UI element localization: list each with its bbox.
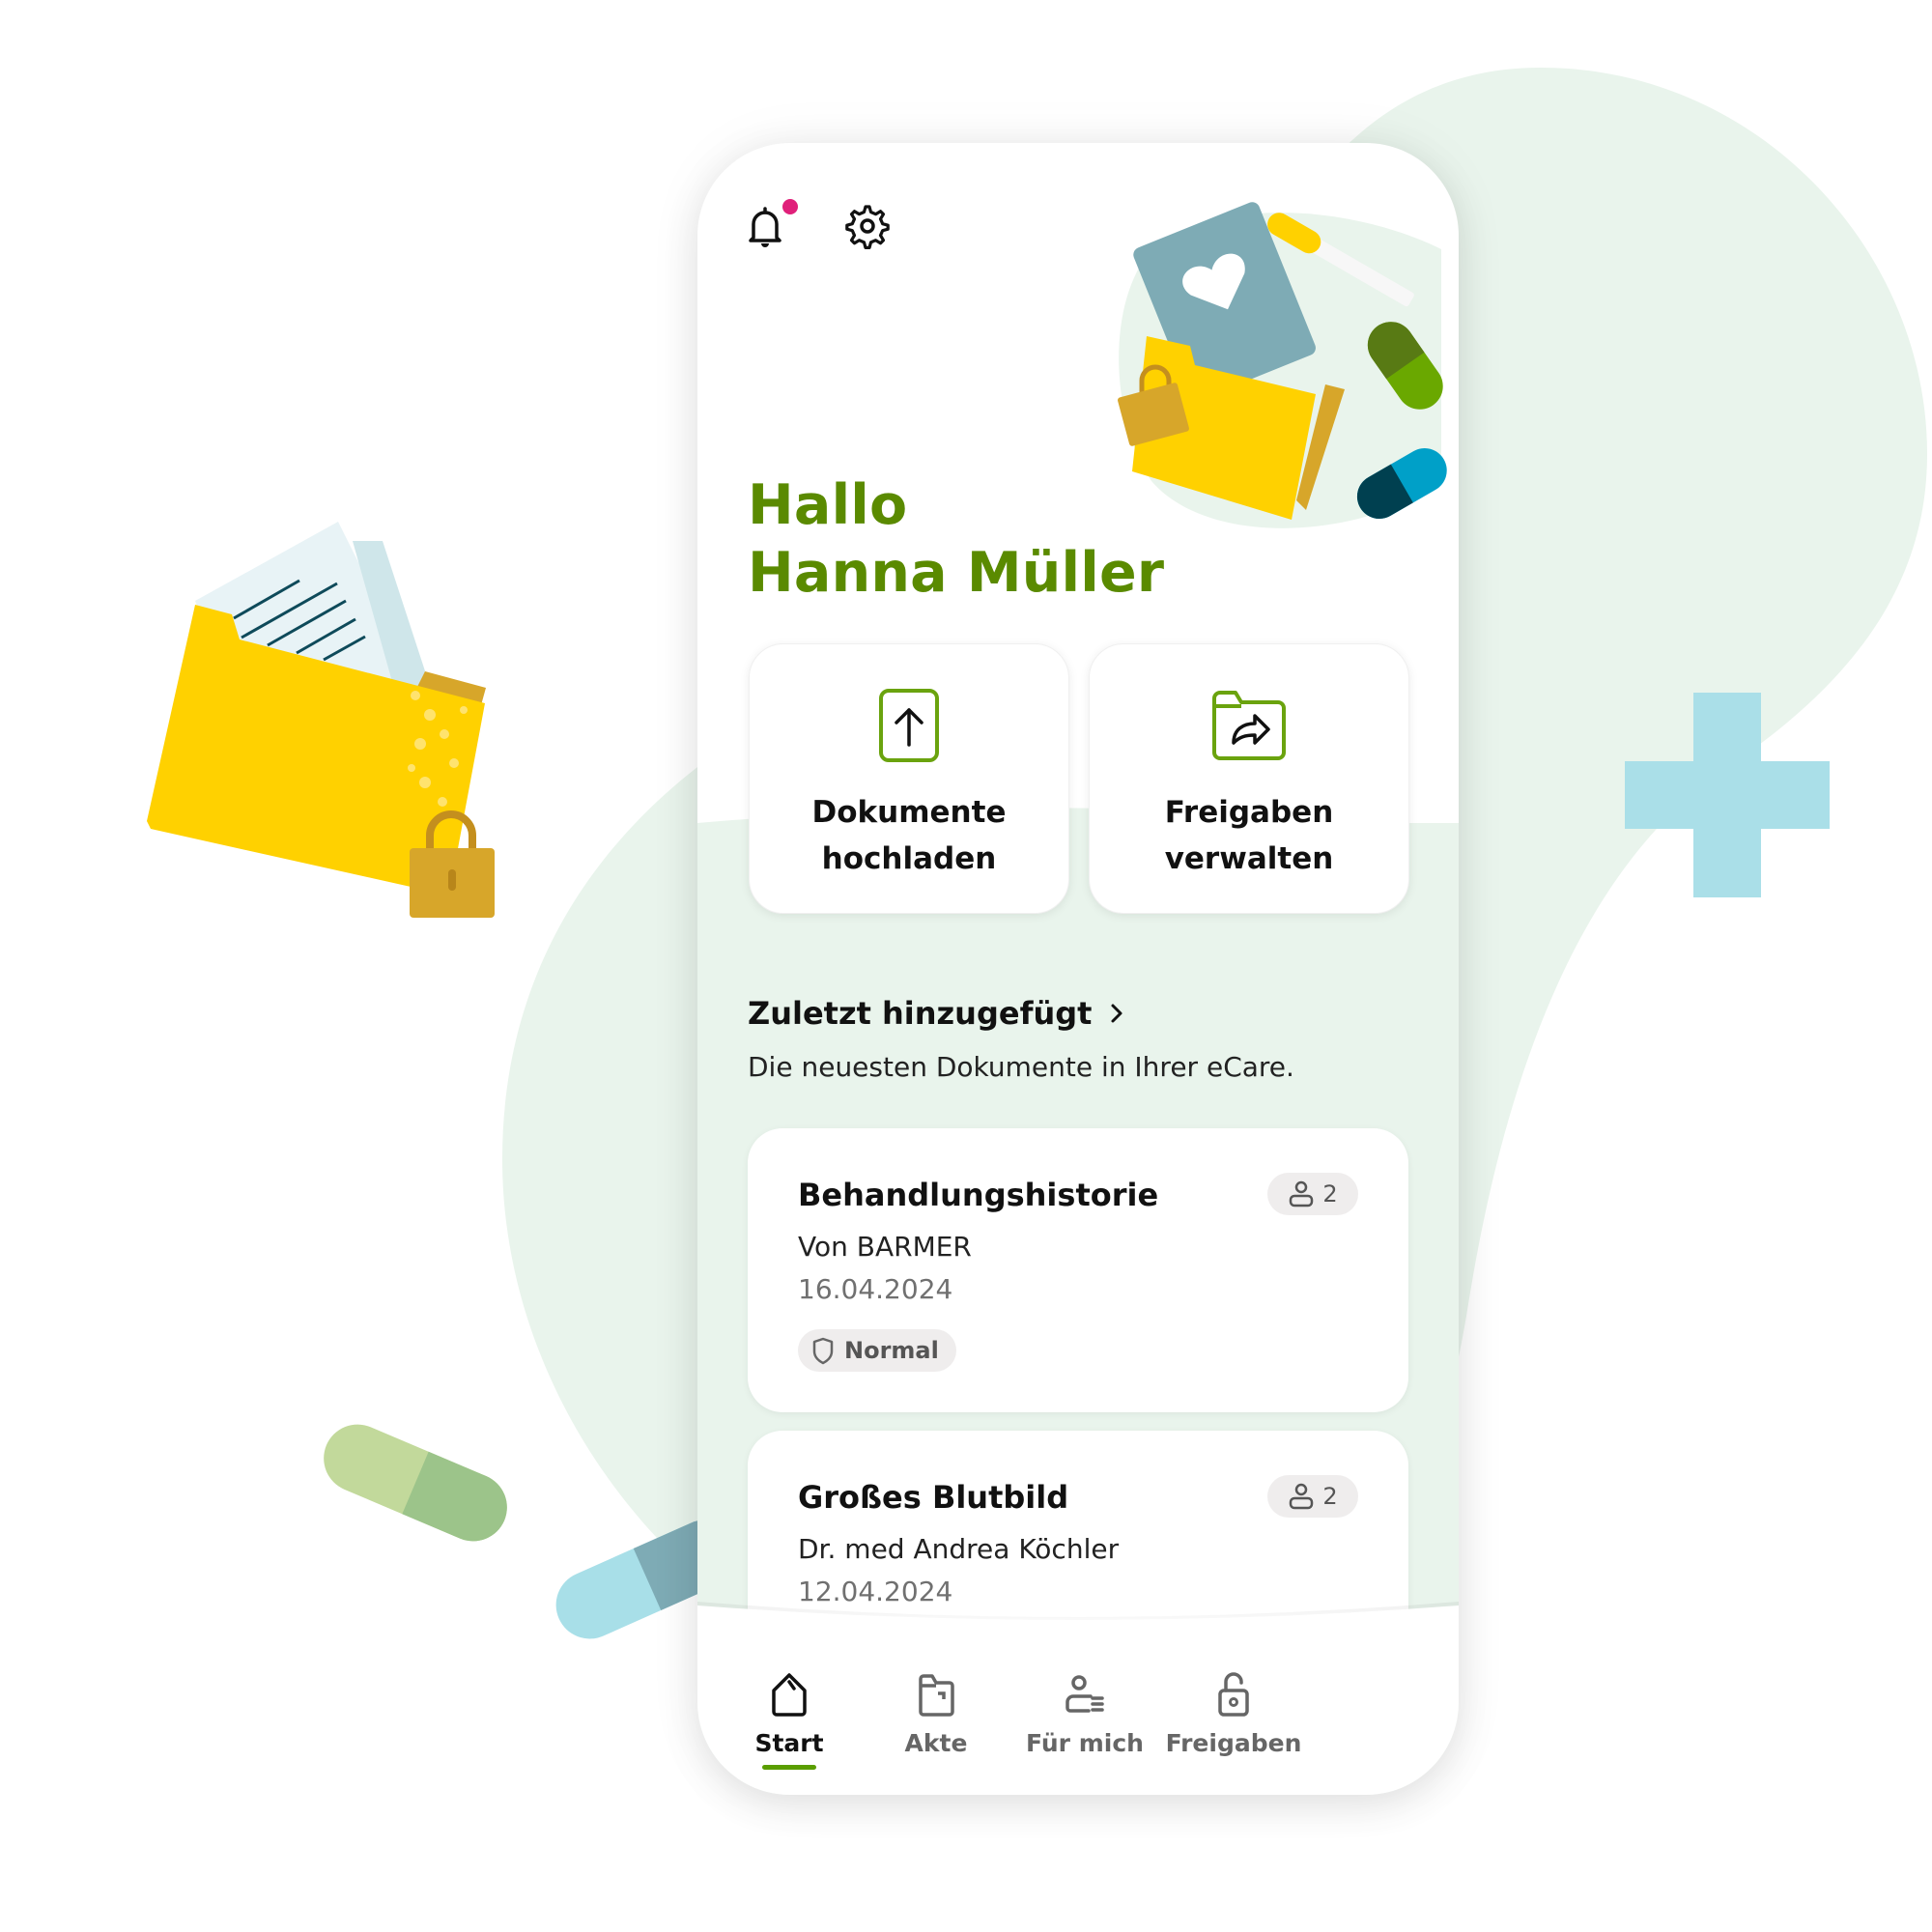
greeting-user-name: Hanna Müller <box>748 541 1165 605</box>
nav-item-start[interactable]: Start <box>707 1669 871 1785</box>
upload-document-icon <box>879 689 939 762</box>
greeting-heading: Hallo Hanna Müller <box>748 471 1164 607</box>
person-list-icon <box>1065 1675 1104 1713</box>
security-level-badge: Normal <box>798 1329 956 1372</box>
recently-added-link[interactable]: Zuletzt hinzugefügt <box>748 995 1124 1032</box>
nav-item-freigaben[interactable]: Freigaben <box>1151 1669 1316 1785</box>
active-tab-indicator <box>762 1765 816 1770</box>
nav-label: Freigaben <box>1165 1729 1302 1757</box>
home-icon <box>772 1673 807 1717</box>
nav-item-fuer-mich[interactable]: Für mich <box>1003 1669 1167 1785</box>
notification-badge-dot <box>782 199 798 214</box>
nav-label: Für mich <box>1026 1729 1144 1757</box>
medical-plus-illustration <box>1625 693 1830 897</box>
upload-label-line-2: hochladen <box>821 841 997 876</box>
bottom-navigation: Start Akte Für mich Freigaben <box>697 1602 1459 1795</box>
settings-button[interactable] <box>842 201 893 251</box>
document-date: 16.04.2024 <box>798 1273 953 1305</box>
gear-icon <box>845 205 890 249</box>
folder-icon <box>919 1674 954 1717</box>
shared-with-badge: 2 <box>1267 1173 1358 1215</box>
shared-count: 2 <box>1322 1483 1338 1510</box>
recently-added-title: Zuletzt hinzugefügt <box>748 995 1093 1032</box>
nav-item-akte[interactable]: Akte <box>854 1669 1018 1785</box>
hero-illustration <box>1118 202 1447 528</box>
shared-count: 2 <box>1322 1180 1338 1208</box>
document-title: Großes Blutbild <box>798 1479 1069 1516</box>
folder-lock-illustration <box>147 522 495 918</box>
greeting-line-1: Hallo <box>748 473 908 537</box>
nav-label: Akte <box>904 1729 968 1757</box>
upload-label-line-1: Dokumente <box>811 795 1007 830</box>
green-pill-illustration <box>324 1424 507 1542</box>
chevron-right-icon <box>1111 1004 1122 1023</box>
manage-shares-button[interactable]: Freigaben verwalten <box>1089 643 1409 914</box>
document-title: Behandlungshistorie <box>798 1177 1159 1213</box>
document-card[interactable]: Behandlungshistorie 2 Von BARMER 16.04.2… <box>748 1128 1408 1412</box>
security-level-label: Normal <box>844 1337 939 1364</box>
folder-share-icon <box>1212 691 1286 760</box>
phone-screen: Hallo Hanna Müller Dokumente hochladen F… <box>697 143 1459 1795</box>
person-icon <box>1290 1180 1314 1208</box>
person-icon <box>1290 1483 1314 1510</box>
document-source: Von BARMER <box>798 1231 972 1263</box>
shared-with-badge: 2 <box>1267 1475 1358 1518</box>
shield-icon <box>812 1337 834 1365</box>
unlock-icon <box>1218 1672 1249 1717</box>
document-source: Dr. med Andrea Köchler <box>798 1533 1120 1565</box>
shares-label-line-2: verwalten <box>1164 841 1334 876</box>
recently-added-subtitle: Die neuesten Dokumente in Ihrer eCare. <box>748 1051 1294 1083</box>
upload-documents-button[interactable]: Dokumente hochladen <box>749 643 1069 914</box>
shares-label-line-1: Freigaben <box>1164 795 1334 830</box>
nav-label: Start <box>754 1729 824 1757</box>
